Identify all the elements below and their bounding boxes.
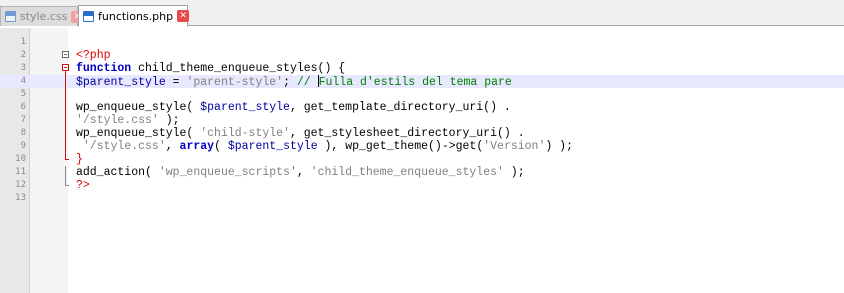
code-text: function child_theme_enqueue_styles() { bbox=[76, 62, 345, 75]
code-text: } bbox=[76, 153, 83, 166]
code-token: $parent_style bbox=[227, 140, 318, 153]
code-line[interactable]: 13 bbox=[0, 192, 844, 205]
code-token: ) ); bbox=[545, 140, 573, 153]
tab-style-css[interactable]: style.css ✕ bbox=[0, 6, 84, 26]
code-line[interactable]: 12 ?> bbox=[0, 179, 844, 192]
tab-bar: style.css ✕ functions.php ✕ bbox=[0, 0, 844, 27]
line-number: 4 bbox=[20, 76, 26, 86]
fold-marker-icon bbox=[62, 179, 69, 192]
code-text: '/style.css' ); bbox=[76, 114, 180, 127]
code-line[interactable]: 3 function child_theme_enqueue_styles() { bbox=[0, 62, 844, 75]
code-token: '/style.css' bbox=[76, 114, 159, 127]
code-text: $parent_style = 'parent-style'; // Fulla… bbox=[76, 75, 512, 89]
code-token: ); bbox=[158, 114, 180, 127]
code-token: ); bbox=[503, 166, 525, 179]
code-line[interactable]: 1 bbox=[0, 36, 844, 49]
close-icon[interactable]: ✕ bbox=[177, 10, 190, 22]
code-token: , bbox=[165, 140, 180, 153]
code-line[interactable]: 7 '/style.css' ); bbox=[0, 114, 844, 127]
code-token: , get_template_directory_uri() . bbox=[289, 101, 511, 114]
code-text: wp_enqueue_style( $parent_style, get_tem… bbox=[76, 101, 511, 114]
line-number: 3 bbox=[20, 63, 26, 73]
code-token: , get_stylesheet_directory_uri() . bbox=[289, 127, 525, 140]
file-icon bbox=[5, 11, 16, 22]
fold-marker-icon bbox=[62, 101, 69, 114]
code-token: ?> bbox=[76, 179, 90, 192]
fold-marker-icon bbox=[62, 153, 69, 166]
code-text: '/style.css', array( $parent_style ), wp… bbox=[76, 140, 573, 153]
tab-label: functions.php bbox=[98, 9, 174, 23]
code-line[interactable]: 6 wp_enqueue_style( $parent_style, get_te… bbox=[0, 101, 844, 114]
tab-label: style.css bbox=[20, 10, 68, 23]
fold-marker-icon bbox=[62, 127, 69, 140]
line-number: 10 bbox=[15, 154, 26, 164]
code-token: function bbox=[76, 62, 132, 75]
fold-marker-icon bbox=[62, 114, 69, 127]
code-token: ), wp_get_theme()->get( bbox=[317, 140, 484, 153]
code-text: <?php bbox=[76, 49, 111, 62]
code-text: wp_enqueue_style( 'child-style', get_sty… bbox=[76, 127, 525, 140]
code-token: array bbox=[179, 140, 215, 153]
code-token: ( bbox=[214, 140, 228, 153]
code-token: 'wp_enqueue_scripts' bbox=[158, 166, 297, 179]
code-line[interactable]: 5 bbox=[0, 88, 844, 101]
code-text: ?> bbox=[76, 179, 90, 192]
file-icon bbox=[83, 10, 94, 22]
fold-marker-icon bbox=[62, 140, 69, 153]
line-number: 8 bbox=[20, 128, 26, 138]
line-number: 13 bbox=[15, 193, 26, 203]
tab-functions-php[interactable]: functions.php ✕ bbox=[78, 5, 190, 27]
code-token: child_theme_enqueue_styles() { bbox=[131, 62, 346, 75]
code-token: 'child-style' bbox=[200, 127, 290, 140]
code-token: wp_enqueue_style( bbox=[76, 127, 201, 140]
code-line[interactable]: 2 <?php bbox=[0, 49, 844, 62]
code-token: <?php bbox=[76, 49, 111, 62]
code-token: 'child_theme_enqueue_styles' bbox=[310, 166, 504, 179]
line-number: 7 bbox=[20, 115, 26, 125]
fold-marker-icon bbox=[62, 166, 69, 179]
line-number: 9 bbox=[20, 141, 26, 151]
code-token: wp_enqueue_style( bbox=[76, 101, 201, 114]
code-token: 'Version' bbox=[483, 140, 546, 153]
fold-marker-icon[interactable] bbox=[62, 49, 69, 62]
line-number: 5 bbox=[20, 89, 26, 99]
code-token: '/style.css' bbox=[82, 140, 166, 153]
line-number: 2 bbox=[20, 50, 26, 60]
line-number: 1 bbox=[20, 37, 26, 47]
fold-marker-icon bbox=[62, 75, 69, 88]
code-token: add_action( bbox=[76, 166, 159, 179]
code-line[interactable]: 9 '/style.css', array( $parent_style ), … bbox=[0, 140, 844, 153]
code-line[interactable]: 11 add_action( 'wp_enqueue_scripts', 'chi… bbox=[0, 166, 844, 179]
code-line[interactable]: 4 $parent_style = 'parent-style'; // Full… bbox=[0, 75, 844, 89]
code-line[interactable]: 8 wp_enqueue_style( 'child-style', get_st… bbox=[0, 127, 844, 140]
code-text: add_action( 'wp_enqueue_scripts', 'child… bbox=[76, 166, 525, 179]
line-number: 12 bbox=[15, 180, 26, 190]
code-editor[interactable]: 1 2 <?php 3 function child_theme_enqueue_sty… bbox=[0, 28, 844, 293]
line-number: 6 bbox=[20, 102, 26, 112]
code-token: , bbox=[296, 166, 311, 179]
code-token: } bbox=[76, 153, 83, 166]
fold-marker-icon[interactable] bbox=[62, 62, 69, 75]
code-line[interactable]: 10} bbox=[0, 153, 844, 166]
fold-marker-icon bbox=[62, 88, 69, 101]
code-token: $parent_style bbox=[200, 101, 290, 114]
line-number: 11 bbox=[15, 167, 26, 177]
